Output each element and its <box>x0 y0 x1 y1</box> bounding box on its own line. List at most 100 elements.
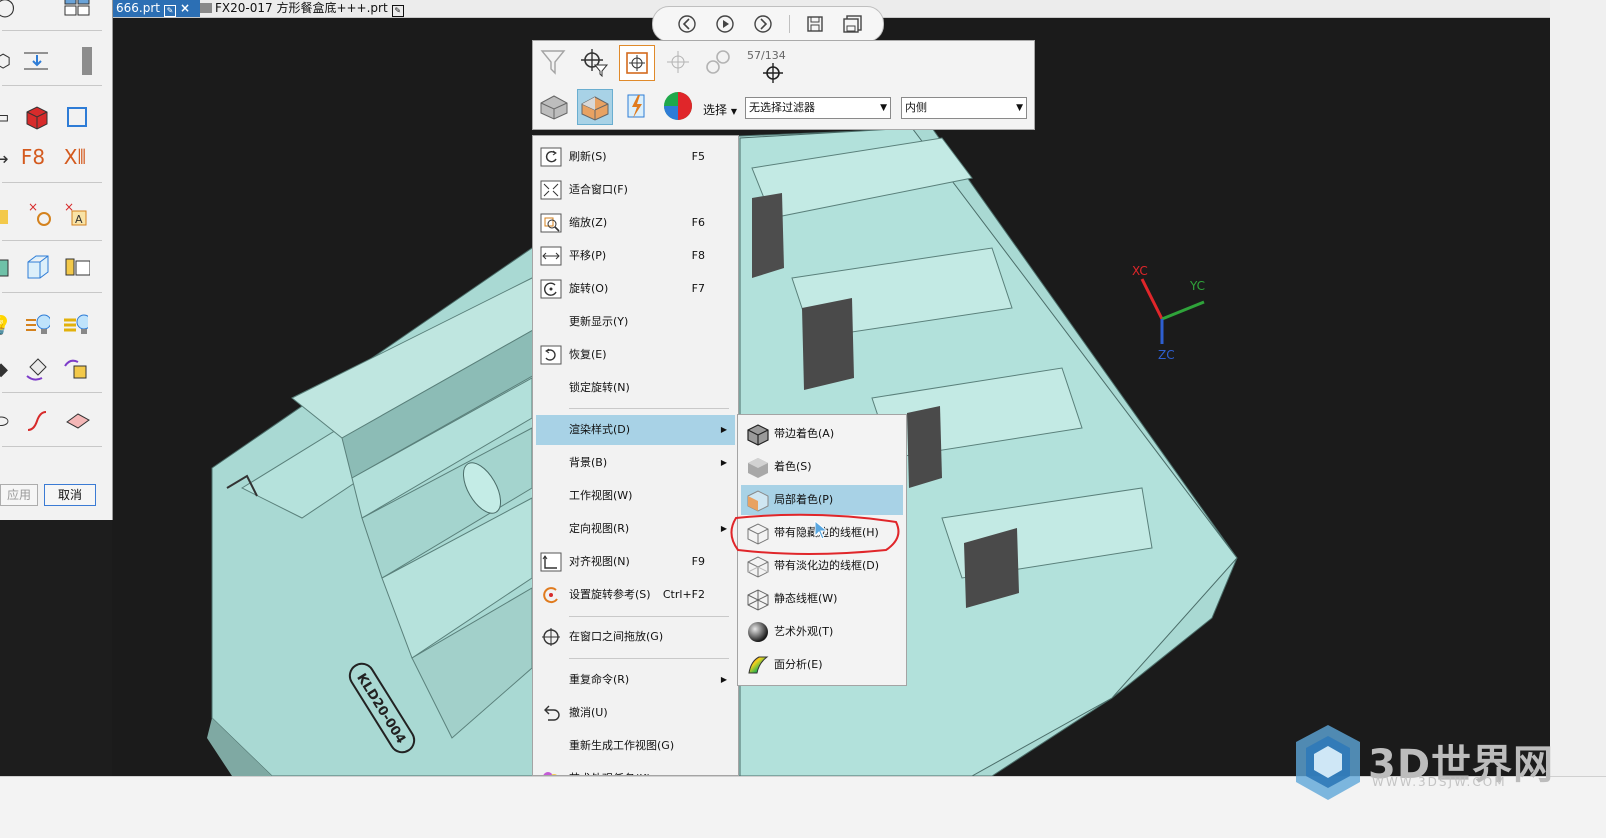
menu-item-restore[interactable]: 恢复(E) <box>536 340 735 370</box>
show-lines-bulb-icon[interactable] <box>24 312 50 338</box>
cycle-box-icon[interactable] <box>62 356 88 382</box>
submenu-item-face-analysis[interactable]: 面分析(E) <box>741 650 903 680</box>
menu-item-background[interactable]: 背景(B) ▶ <box>536 448 735 478</box>
view-cube-icon[interactable]: ⬡ <box>0 48 16 74</box>
menu-item-drag-between-windows[interactable]: 在窗口之间拖放(G) <box>536 622 735 652</box>
submenu-item-shaded[interactable]: 着色(S) <box>741 452 903 482</box>
green-box-icon[interactable] <box>0 254 14 280</box>
filter-funnel-icon[interactable] <box>537 45 571 79</box>
menu-item-orient-view[interactable]: 定向视图(R) ▶ <box>536 514 735 544</box>
layers-icon[interactable] <box>64 254 90 280</box>
lightning-icon[interactable] <box>619 89 653 123</box>
menu-item-regenerate-work-view[interactable]: 重新生成工作视图(G) <box>536 731 735 761</box>
coordinate-axes-triad: XC YC ZC <box>1132 264 1205 362</box>
shaded-box-icon[interactable] <box>537 89 571 123</box>
type-filter-value: 无选择过滤器 <box>749 101 815 114</box>
next-view-icon[interactable] <box>753 14 773 34</box>
submenu-item-partial-shading[interactable]: 局部着色(P) <box>741 485 903 515</box>
select-label[interactable]: 选择 ▼ <box>703 101 737 118</box>
menu-label: 设置旋转参考(S) <box>569 588 651 601</box>
diamond-icon[interactable]: ◆ <box>0 356 14 382</box>
axis-xc-label: XC <box>1132 264 1148 278</box>
arrow-icon[interactable]: ↪ <box>0 146 14 172</box>
play-icon[interactable] <box>715 14 735 34</box>
scope-value: 内侧 <box>905 101 927 114</box>
frame-select-icon[interactable] <box>64 104 90 130</box>
f8-snap-icon[interactable]: F8 <box>20 144 46 170</box>
close-icon[interactable]: × <box>180 1 190 15</box>
menu-item-repeat-command[interactable]: 重复命令(R) ▶ <box>536 665 735 695</box>
align-down-icon[interactable] <box>22 48 48 74</box>
menu-item-rotate[interactable]: 旋转(O) F7 <box>536 274 735 304</box>
menu-label: 局部着色(P) <box>774 493 834 506</box>
delete-text-icon[interactable]: × A <box>64 201 90 228</box>
previous-view-icon[interactable] <box>677 14 697 34</box>
menu-label: 在窗口之间拖放(G) <box>569 630 664 643</box>
menu-separator <box>569 616 729 617</box>
menu-separator <box>569 408 729 409</box>
x-lines-icon[interactable]: X⦀ <box>62 144 88 170</box>
menu-label: 缩放(Z) <box>569 216 608 229</box>
bar-tool-icon[interactable] <box>74 47 100 75</box>
wire-box-icon[interactable] <box>24 254 50 280</box>
rotate-reference-icon <box>540 585 562 605</box>
tab-label: 666.prt <box>116 1 160 15</box>
apply-button[interactable]: 应用 <box>0 484 38 506</box>
partial-shade-box-icon[interactable] <box>577 89 613 125</box>
menu-item-update-display[interactable]: 更新显示(Y) <box>536 307 735 337</box>
menu-label: 平移(P) <box>569 249 607 262</box>
menu-label: 艺术外观任务(K) <box>569 764 651 775</box>
cycle-diamond-icon[interactable] <box>24 356 50 382</box>
submenu-item-artistic-appearance[interactable]: 艺术外观(T) <box>741 617 903 647</box>
save-icon[interactable] <box>805 14 825 34</box>
save-all-icon[interactable] <box>843 14 863 34</box>
circle-tool-icon[interactable]: ◯ <box>0 0 18 20</box>
selection-toolbar: 57/134 选择 ▼ 无选择过滤器 ▼ 内侧 ▼ <box>532 40 1035 130</box>
yellow-square-icon[interactable] <box>0 204 14 230</box>
menu-shortcut: F9 <box>691 555 705 568</box>
dropdown-arrow-icon: ▼ <box>730 107 737 116</box>
scope-dropdown[interactable]: 内侧 ▼ <box>901 97 1027 119</box>
tab-666-prt[interactable]: 666.prt ✎ × <box>112 0 200 17</box>
shaded-icon <box>745 455 771 479</box>
hide-lines-bulb-icon[interactable] <box>62 312 88 338</box>
snap-point-filter-icon[interactable] <box>577 45 611 79</box>
undo-icon <box>540 703 562 723</box>
menu-item-pan[interactable]: 平移(P) F8 <box>536 241 735 271</box>
menu-label: 恢复(E) <box>569 348 607 361</box>
red-cube-icon[interactable] <box>24 104 50 130</box>
color-wheel-icon[interactable] <box>661 89 695 123</box>
delete-circle-icon[interactable]: × <box>28 201 54 228</box>
menu-item-fit-window[interactable]: 适合窗口(F) <box>536 175 735 205</box>
menu-item-artistic-appearance-task[interactable]: 艺术外观任务(K) <box>536 764 735 775</box>
submenu-item-shaded-with-edges[interactable]: 带边着色(A) <box>741 419 903 449</box>
crosshair-select-icon[interactable] <box>619 45 655 81</box>
cylinder-icon[interactable]: ⬭ <box>0 408 14 434</box>
menu-item-render-style[interactable]: 渲染样式(D) ▶ <box>536 415 735 445</box>
edit-icon[interactable]: ✎ <box>391 5 404 17</box>
type-filter-dropdown[interactable]: 无选择过滤器 ▼ <box>745 97 891 119</box>
submenu-item-static-wireframe[interactable]: 静态线框(W) <box>741 584 903 614</box>
select-label-text: 选择 <box>703 103 728 117</box>
menu-label: 面分析(E) <box>774 658 823 671</box>
menu-item-work-view[interactable]: 工作视图(W) <box>536 481 735 511</box>
menu-item-set-rotation-reference[interactable]: 设置旋转参考(S) Ctrl+F2 <box>536 580 735 610</box>
mouse-cursor-icon <box>814 520 829 540</box>
menu-item-align-view[interactable]: 对齐视图(N) F9 <box>536 547 735 577</box>
eraser-icon[interactable] <box>64 408 90 434</box>
cancel-button[interactable]: 取消 <box>44 484 96 506</box>
curve-icon[interactable] <box>24 408 50 434</box>
tab-fx20-017[interactable]: FX20-017 方形餐盒底+++.prt ✎ <box>196 0 408 17</box>
menu-item-zoom[interactable]: 缩放(Z) F6 <box>536 208 735 238</box>
menu-item-undo[interactable]: 撤消(U) <box>536 698 735 728</box>
bulb-icon[interactable]: 💡 <box>0 312 14 338</box>
link-icon[interactable] <box>701 45 735 79</box>
snap-move-icon[interactable] <box>661 45 695 79</box>
pan-icon <box>540 246 562 266</box>
menu-item-lock-rotation[interactable]: 锁定旋转(N) <box>536 373 735 403</box>
snap-target-dropdown-icon[interactable] <box>753 51 787 85</box>
layout-grid-icon[interactable] <box>64 0 90 18</box>
shade-tool-icon[interactable]: ▭ <box>0 104 14 130</box>
edit-icon[interactable]: ✎ <box>163 5 176 17</box>
menu-item-refresh[interactable]: 刷新(S) F5 <box>536 142 735 172</box>
